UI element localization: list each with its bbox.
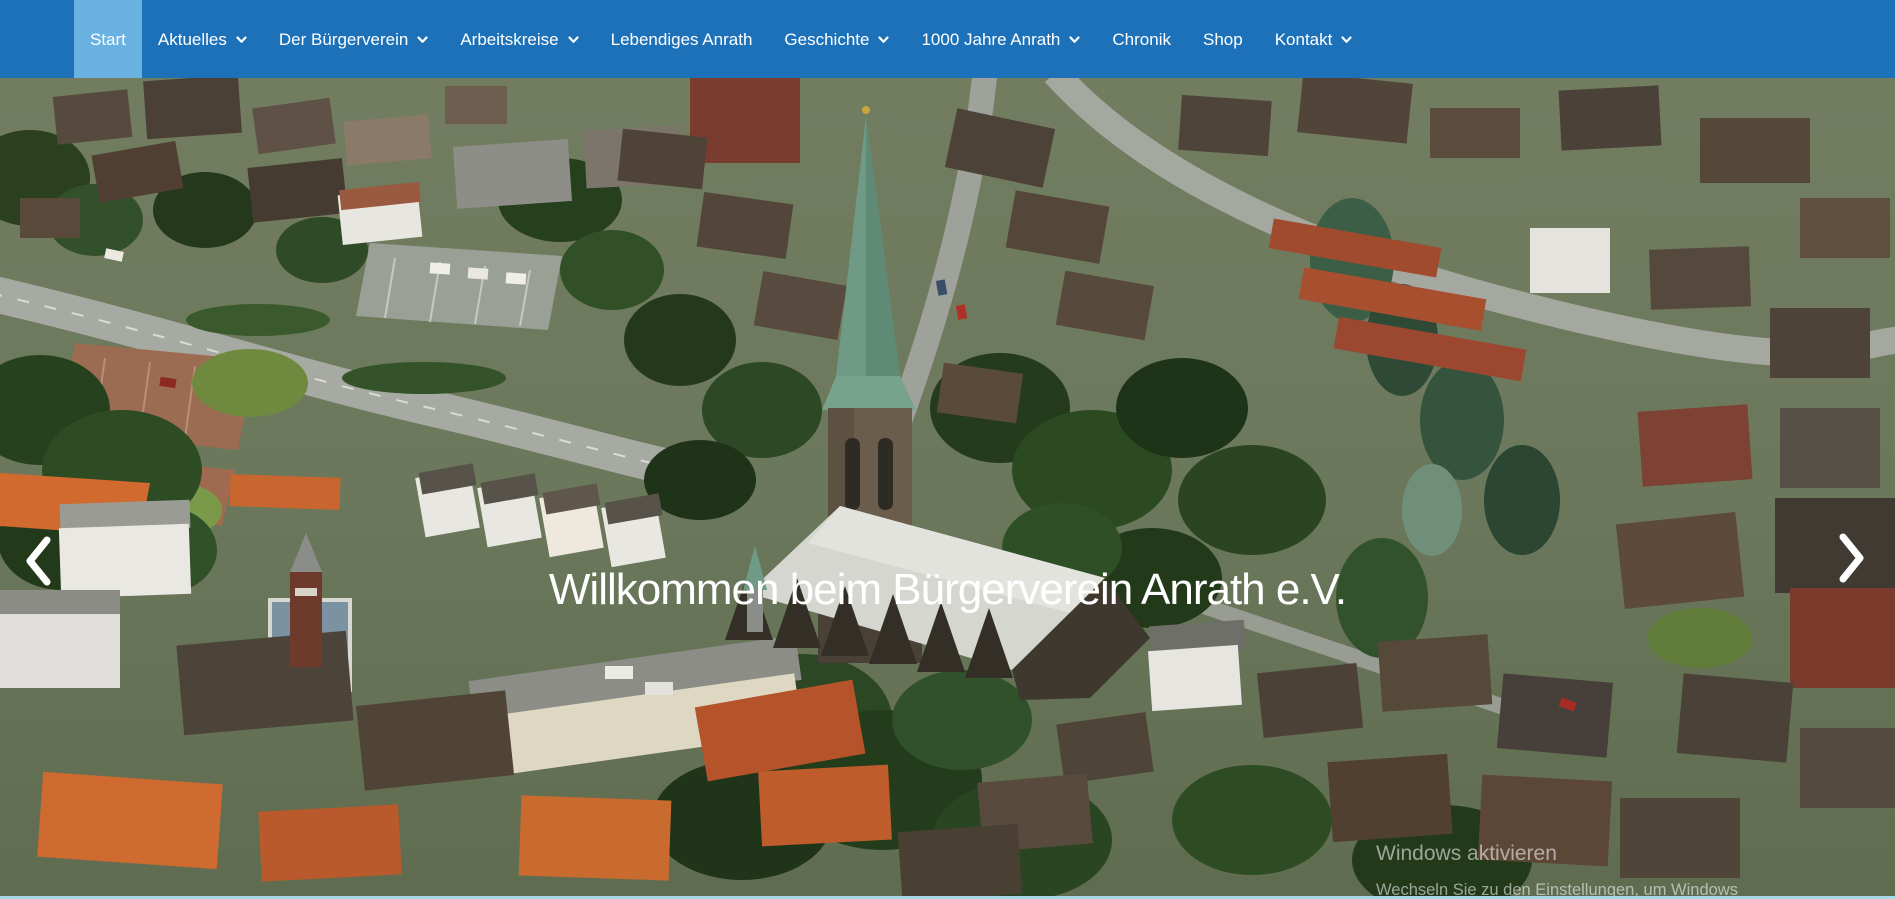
nav-item-label: Aktuelles xyxy=(157,29,227,49)
chevron-left-icon xyxy=(23,535,53,592)
nav-item-label: Shop xyxy=(1203,29,1243,49)
nav-item-start[interactable]: Start xyxy=(74,0,142,78)
carousel-prev-button[interactable] xyxy=(16,533,60,593)
nav-item-1000-jahre-anrath[interactable]: 1000 Jahre Anrath xyxy=(905,0,1096,78)
nav-item-label: Geschichte xyxy=(784,29,870,49)
nav-item-label: 1000 Jahre Anrath xyxy=(921,29,1061,49)
nav-item-label: Chronik xyxy=(1112,29,1171,49)
carousel-next-button[interactable] xyxy=(1830,530,1874,590)
nav-item-der-buergerverein[interactable]: Der Bürgerverein xyxy=(263,0,444,78)
nav-item-aktuelles[interactable]: Aktuelles xyxy=(142,0,263,78)
nav-item-geschichte[interactable]: Geschichte xyxy=(768,0,905,78)
chevron-down-icon xyxy=(236,36,247,44)
chevron-down-icon xyxy=(568,36,579,44)
nav-item-shop[interactable]: Shop xyxy=(1187,0,1259,78)
hero-photo xyxy=(0,78,1895,899)
nav-item-arbeitskreise[interactable]: Arbeitskreise xyxy=(444,0,594,78)
nav-item-chronik[interactable]: Chronik xyxy=(1096,0,1187,78)
hero-slider: Willkommen beim Bürgerverein Anrath e.V.… xyxy=(0,78,1895,899)
nav-item-label: Start xyxy=(90,29,126,49)
chevron-down-icon xyxy=(878,36,890,44)
nav-item-kontakt[interactable]: Kontakt xyxy=(1259,0,1369,78)
chevron-down-icon xyxy=(1069,36,1081,44)
nav-item-label: Der Bürgerverein xyxy=(278,29,409,49)
nav-item-lebendiges-anrath[interactable]: Lebendiges Anrath xyxy=(595,0,769,78)
nav-item-label: Arbeitskreise xyxy=(460,29,559,49)
chevron-down-icon xyxy=(417,36,428,44)
chevron-down-icon xyxy=(1341,36,1352,44)
main-navbar: Start Aktuelles Der Bürgerverein Arbeits… xyxy=(0,0,1895,78)
nav-item-label: Kontakt xyxy=(1274,29,1333,49)
nav-item-label: Lebendiges Anrath xyxy=(610,29,753,49)
chevron-right-icon xyxy=(1837,532,1867,589)
